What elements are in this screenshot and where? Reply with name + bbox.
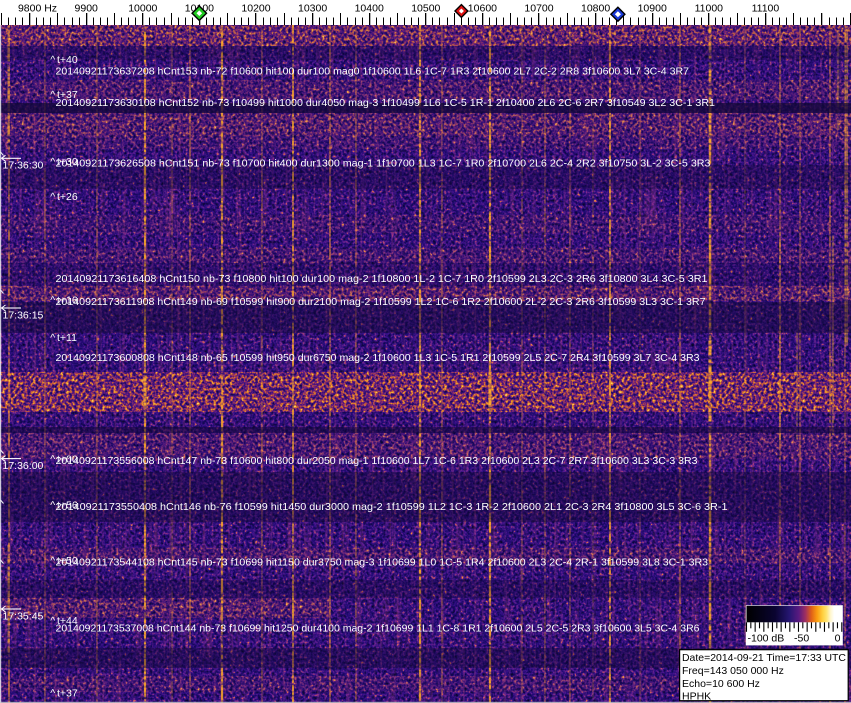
- svg-text:9900: 9900: [75, 3, 99, 15]
- svg-text:20140921173616408 hCnt150 nb-7: 20140921173616408 hCnt150 nb-73 f10800 h…: [56, 273, 708, 285]
- svg-text:t+50: t+50: [57, 555, 78, 567]
- svg-text:20140921173550408 hCnt146 nb-7: 20140921173550408 hCnt146 nb-76 f10599 h…: [56, 501, 728, 513]
- svg-text:t+30: t+30: [57, 156, 78, 168]
- svg-text:20140921173600808 hCnt148 nb-6: 20140921173600808 hCnt148 nb-65 f10599 h…: [56, 352, 700, 364]
- svg-text:HPHK: HPHK: [682, 690, 711, 702]
- svg-text:0: 0: [835, 633, 841, 645]
- svg-text:^: ^: [50, 615, 55, 627]
- svg-text:Freq=143 050 000 Hz: Freq=143 050 000 Hz: [682, 665, 784, 677]
- svg-text:20140921173611908 hCnt149 nb-6: 20140921173611908 hCnt149 nb-69 f10599 h…: [56, 296, 706, 308]
- svg-text:10200: 10200: [241, 3, 270, 15]
- svg-text:11100: 11100: [752, 3, 780, 15]
- svg-text:20140921173626508 hCnt151 nb-7: 20140921173626508 hCnt151 nb-73 f10700 h…: [56, 158, 711, 170]
- svg-text:10400: 10400: [355, 3, 384, 15]
- svg-text:t+26: t+26: [57, 191, 78, 203]
- svg-text:10700: 10700: [524, 3, 553, 15]
- svg-text:^: ^: [50, 332, 55, 344]
- svg-text:t+00: t+00: [57, 454, 78, 466]
- svg-text:10600: 10600: [468, 3, 497, 15]
- svg-text:t+11: t+11: [57, 332, 77, 344]
- svg-text:^: ^: [50, 89, 55, 101]
- svg-text:11000: 11000: [695, 3, 724, 15]
- svg-text:20140921173630108 hCnt152 nb-7: 20140921173630108 hCnt152 nb-73 f10499 h…: [56, 97, 716, 109]
- svg-text:^: ^: [50, 156, 55, 168]
- svg-text:9800 Hz: 9800 Hz: [18, 3, 57, 15]
- svg-text:^: ^: [50, 454, 55, 466]
- svg-text:^: ^: [50, 500, 55, 512]
- svg-text:Date=2014-09-21 Time=17:33 UTC: Date=2014-09-21 Time=17:33 UTC: [682, 652, 846, 664]
- svg-text:10300: 10300: [298, 3, 327, 15]
- svg-text:10000: 10000: [128, 3, 157, 15]
- svg-text:t+40: t+40: [57, 54, 78, 66]
- svg-text:t+16: t+16: [57, 295, 78, 307]
- svg-text:Echo=10 600 Hz: Echo=10 600 Hz: [682, 678, 760, 690]
- svg-text:20140921173637208 hCnt153 nb-7: 20140921173637208 hCnt153 nb-72 f10600 h…: [56, 66, 690, 78]
- svg-text:t+37: t+37: [57, 688, 78, 700]
- svg-text:^: ^: [50, 191, 55, 203]
- svg-text:t+37: t+37: [57, 89, 78, 101]
- svg-text:^: ^: [50, 555, 55, 567]
- svg-text:t+44: t+44: [57, 615, 78, 627]
- svg-text:17:36:00: 17:36:00: [3, 460, 44, 472]
- svg-text:20140921173556008 hCnt147 nb-7: 20140921173556008 hCnt147 nb-73 f10600 h…: [56, 455, 698, 467]
- svg-text:^: ^: [50, 54, 55, 66]
- svg-text:t+56: t+56: [57, 500, 78, 512]
- svg-text:10900: 10900: [638, 3, 667, 15]
- svg-text:17:36:30: 17:36:30: [3, 160, 44, 172]
- svg-text:^: ^: [50, 295, 55, 307]
- svg-text:^: ^: [50, 688, 55, 700]
- svg-text:10500: 10500: [411, 3, 440, 15]
- svg-text:17:35:45: 17:35:45: [3, 610, 44, 622]
- svg-text:20140921173537008 hCnt144 nb-7: 20140921173537008 hCnt144 nb-73 f10699 h…: [56, 623, 700, 635]
- svg-text:-100 dB: -100 dB: [748, 633, 785, 645]
- svg-text:-50: -50: [794, 633, 809, 645]
- svg-text:17:36:15: 17:36:15: [3, 309, 44, 321]
- svg-text:10800: 10800: [581, 3, 610, 15]
- svg-text:20140921173544108 hCnt145 nb-7: 20140921173544108 hCnt145 nb-73 f10699 h…: [56, 557, 709, 569]
